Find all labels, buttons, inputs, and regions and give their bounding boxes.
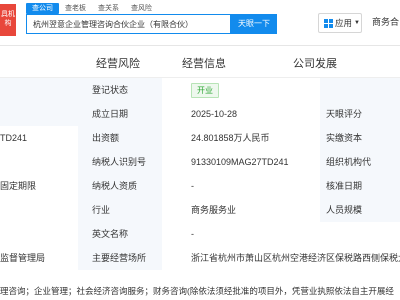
left-label-cell: [0, 78, 78, 102]
left-empty-cell: [0, 150, 78, 174]
business-info-table: 登记状态 开业 成立日期 2025-10-28 天眼评分 TD241 出资额 2…: [0, 78, 400, 300]
left-label-cell: [0, 102, 78, 126]
field-value: -: [162, 174, 320, 198]
business-scope-text: 理咨询；企业管理；社会经济咨询服务；财务咨询(除依法须经批准的项目外，凭营业执照…: [0, 286, 394, 296]
app-menu-button[interactable]: 应用 ▼: [318, 13, 362, 33]
nav-company-development[interactable]: 公司发展: [293, 55, 337, 71]
table-row: 行业 商务服务业 人员规模: [0, 198, 400, 222]
top-header: 具机构 查公司 查老板 查关系 查风险 天眼一下 应用 ▼ 商务合: [0, 0, 400, 46]
search-tabs: 查公司 查老板 查关系 查风险: [26, 3, 158, 14]
business-cooperation-link[interactable]: 商务合: [372, 15, 399, 28]
table-row: 英文名称 -: [0, 222, 400, 246]
table-row: 固定期限 纳税人资质 - 核准日期: [0, 174, 400, 198]
grid-icon: [324, 19, 333, 28]
right-label-cell: 核准日期: [320, 174, 400, 198]
nav-business-info[interactable]: 经营信息: [182, 55, 226, 71]
field-label: 纳税人识别号: [78, 150, 162, 174]
field-value: 91330109MAG27TD241: [162, 150, 320, 174]
right-label-cell: [320, 78, 400, 102]
chevron-down-icon: ▼: [354, 20, 360, 26]
right-label-cell: 天眼评分: [320, 102, 400, 126]
table-row: 成立日期 2025-10-28 天眼评分: [0, 102, 400, 126]
left-supervisor-fragment: 监督管理局: [0, 246, 78, 270]
logo-text: 具机构: [1, 11, 15, 27]
field-label: 纳税人资质: [78, 174, 162, 198]
table-row: 登记状态 开业: [0, 78, 400, 102]
table-row: 纳税人识别号 91330109MAG27TD241 组织机构代: [0, 150, 400, 174]
right-label-cell: 组织机构代: [320, 150, 400, 174]
nav-business-risk[interactable]: 经营风险: [96, 55, 140, 71]
right-label-cell: 人员规模: [320, 198, 400, 222]
right-label-cell: 实缴资本: [320, 126, 400, 150]
search-input[interactable]: [27, 15, 227, 33]
field-value: 2025-10-28: [162, 102, 320, 126]
field-label: 主要经营场所: [78, 246, 162, 270]
left-fixed-term-fragment: 固定期限: [0, 174, 78, 198]
field-label: 出资额: [78, 126, 162, 150]
tab-company[interactable]: 查公司: [26, 3, 59, 14]
section-nav: 经营风险 经营信息 公司发展: [0, 46, 400, 78]
app-menu-label: 应用: [335, 18, 353, 28]
table-row: 监督管理局 主要经营场所 浙江省杭州市萧山区杭州空港经济区保税路西侧保税大: [0, 246, 400, 270]
tab-boss[interactable]: 查老板: [59, 3, 92, 14]
tab-relation[interactable]: 查关系: [92, 3, 125, 14]
field-label: 成立日期: [78, 102, 162, 126]
search-box: [26, 14, 231, 34]
brand-logo[interactable]: 具机构: [0, 4, 16, 36]
table-row: TD241 出资额 24.801858万人民币 实缴资本: [0, 126, 400, 150]
field-value: 商务服务业: [162, 198, 320, 222]
field-value: 开业: [162, 78, 320, 102]
status-badge: 开业: [191, 83, 219, 99]
search-button[interactable]: 天眼一下: [231, 14, 277, 34]
field-label: 英文名称: [78, 222, 162, 246]
left-empty-cell: [0, 222, 78, 246]
left-code-fragment: TD241: [0, 126, 78, 150]
field-label: 登记状态: [78, 78, 162, 102]
left-empty-cell: [0, 198, 78, 222]
field-label: 行业: [78, 198, 162, 222]
tab-risk[interactable]: 查风险: [125, 3, 158, 14]
field-value: 浙江省杭州市萧山区杭州空港经济区保税路西侧保税大: [162, 246, 400, 270]
field-value: -: [162, 222, 400, 246]
field-value: 24.801858万人民币: [162, 126, 320, 150]
